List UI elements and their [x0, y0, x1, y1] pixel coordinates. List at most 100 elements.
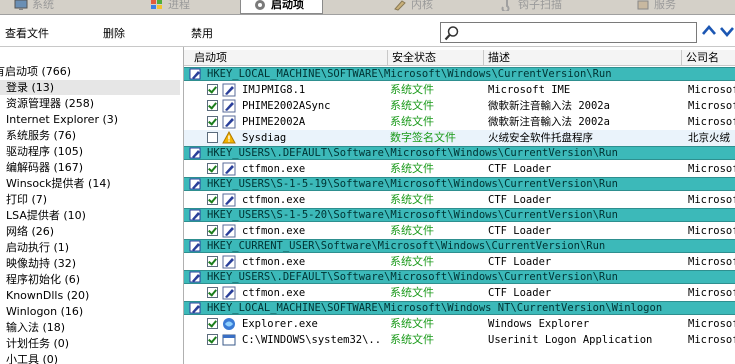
warning-icon: [222, 131, 236, 144]
enable-checkbox[interactable]: [207, 256, 218, 267]
ime-icon: [222, 286, 236, 300]
tab-process[interactable]: 进程: [150, 0, 190, 13]
registry-key-group[interactable]: HKEY_USERS\S-1-5-20\Software\Microsoft\W…: [184, 208, 735, 222]
category-image-hijack[interactable]: 映像劫持 (32): [0, 256, 76, 271]
entry-description: 微軟新注音輸入法 2002a: [488, 100, 610, 112]
registry-key-group[interactable]: HKEY_USERS\S-1-5-19\Software\Microsoft\W…: [184, 177, 735, 191]
col-header-security[interactable]: 安全状态: [388, 50, 484, 65]
search-input[interactable]: [440, 22, 697, 43]
entry-company: Microsof: [688, 225, 735, 237]
enable-checkbox[interactable]: [207, 194, 218, 205]
enable-checkbox[interactable]: [207, 132, 218, 143]
category-scheduled-tasks[interactable]: 计划任务 (0): [0, 336, 69, 351]
startup-row[interactable]: ctfmon.exe 系统文件 CTF Loader Microsof: [184, 161, 735, 177]
startup-row[interactable]: ctfmon.exe 系统文件 CTF Loader Microsof: [184, 285, 735, 301]
entry-name: PHIME2002A: [242, 116, 306, 128]
startup-row[interactable]: C:\WINDOWS\system32\... 系统文件 Userinit Logo…: [184, 332, 735, 348]
hook-icon: [501, 0, 510, 11]
category-boot-execute[interactable]: 启动执行 (1): [0, 240, 69, 255]
startup-row[interactable]: Sysdiag 数字签名文件 火绒安全软件托盘程序 北京火绒: [184, 130, 735, 146]
startup-row[interactable]: PHIME2002A 系统文件 微軟新注音輸入法 2002a Microsof: [184, 114, 735, 130]
security-status: 系统文件: [390, 333, 434, 346]
view-file-button[interactable]: 查看文件: [5, 25, 49, 41]
enable-checkbox[interactable]: [207, 318, 218, 329]
entry-name: ctfmon.exe: [242, 225, 306, 237]
entry-description: Userinit Logon Application: [488, 334, 653, 346]
registry-key-group[interactable]: HKEY_LOCAL_MACHINE\SOFTWARE\Microsoft\Wi…: [184, 67, 735, 81]
category-lsa[interactable]: LSA提供者 (10): [0, 208, 86, 223]
startup-row[interactable]: Explorer.exe 系统文件 Windows Explorer Microsof: [184, 316, 735, 332]
entry-name: ctfmon.exe: [242, 256, 306, 268]
category-internet-explorer[interactable]: Internet Explorer (3): [0, 112, 118, 127]
startup-row[interactable]: ctfmon.exe 系统文件 CTF Loader Microsof: [184, 192, 735, 208]
ime-icon: [222, 255, 236, 269]
enable-checkbox[interactable]: [207, 225, 218, 236]
category-all[interactable]: 有启动项 (766): [0, 64, 71, 79]
startup-row[interactable]: IMJPMIG8.1 系统文件 Microsoft IME Microsof: [184, 82, 735, 98]
enable-checkbox[interactable]: [207, 84, 218, 95]
registry-key-path: HKEY_USERS\S-1-5-19\Software\Microsoft\W…: [207, 178, 618, 190]
startup-grid[interactable]: 启动项 安全状态 描述 公司名 HKEY_LOCAL_MACHINE\SOFTW…: [184, 47, 735, 364]
startup-row[interactable]: PHIME2002ASync 系统文件 微軟新注音輸入法 2002a Microsof: [184, 98, 735, 114]
registry-icon: [189, 271, 201, 283]
startup-row[interactable]: ctfmon.exe 系统文件 CTF Loader Microsof: [184, 223, 735, 239]
disable-button[interactable]: 禁用: [191, 25, 213, 41]
category-system-services[interactable]: 系统服务 (76): [0, 128, 76, 143]
entry-company: Microsof: [688, 100, 735, 112]
col-header-desc[interactable]: 描述: [484, 50, 682, 65]
category-list[interactable]: 有启动项 (766) 登录 (13) 资源管理器 (258) Internet …: [0, 47, 184, 364]
enable-checkbox[interactable]: [207, 163, 218, 174]
tab-kernel[interactable]: 内核: [393, 0, 433, 13]
category-logon[interactable]: 登录 (13): [0, 80, 180, 95]
entry-description: Windows Explorer: [488, 318, 590, 330]
enable-checkbox[interactable]: [207, 116, 218, 127]
search-down-icon[interactable]: [719, 23, 735, 39]
registry-key-group[interactable]: HKEY_LOCAL_MACHINE\SOFTWARE\Microsoft\Wi…: [184, 301, 735, 315]
entry-name: IMJPMIG8.1: [242, 84, 306, 96]
category-drivers[interactable]: 驱动程序 (105): [0, 144, 83, 159]
tab-hook-scan[interactable]: 钩子扫描: [500, 0, 562, 13]
startup-row[interactable]: ctfmon.exe 系统文件 CTF Loader Microsof: [184, 254, 735, 270]
category-print[interactable]: 打印 (7): [0, 192, 47, 207]
category-codecs[interactable]: 编解码器 (167): [0, 160, 83, 175]
gear-icon: [255, 0, 265, 10]
delete-button[interactable]: 删除: [103, 25, 125, 41]
entry-description: CTF Loader: [488, 225, 552, 237]
entry-description: CTF Loader: [488, 194, 552, 206]
tab-label: 服务: [654, 0, 676, 11]
registry-key-path: HKEY_USERS\S-1-5-20\Software\Microsoft\W…: [207, 209, 618, 221]
tab-startup[interactable]: 启动项: [240, 0, 323, 14]
tab-system[interactable]: 系统: [14, 0, 54, 13]
security-status: 系统文件: [390, 99, 434, 112]
tab-services[interactable]: 服务: [636, 0, 676, 13]
col-header-company[interactable]: 公司名: [682, 50, 735, 65]
explorer-icon: [223, 318, 235, 330]
category-knowndlls[interactable]: KnownDlls (20): [0, 288, 89, 303]
category-gadgets[interactable]: 小工具 (0): [0, 352, 58, 364]
category-ime[interactable]: 输入法 (18): [0, 320, 65, 335]
category-network[interactable]: 网络 (26): [0, 224, 54, 239]
enable-checkbox[interactable]: [207, 334, 218, 345]
registry-key-group[interactable]: HKEY_CURRENT_USER\Software\Microsoft\Win…: [184, 239, 735, 253]
registry-key-group[interactable]: HKEY_USERS\.DEFAULT\Software\Microsoft\W…: [184, 146, 735, 160]
security-status: 系统文件: [390, 224, 434, 237]
category-explorer[interactable]: 资源管理器 (258): [0, 96, 94, 111]
entry-company: Microsof: [688, 84, 735, 96]
enable-checkbox[interactable]: [207, 287, 218, 298]
search-up-icon[interactable]: [701, 23, 717, 39]
col-header-name[interactable]: 启动项: [190, 50, 388, 65]
pencil-icon: [394, 0, 406, 11]
entry-name: ctfmon.exe: [242, 194, 306, 206]
window-icon: [222, 334, 236, 346]
category-winlogon[interactable]: Winlogon (16): [0, 304, 83, 319]
security-status: 系统文件: [390, 193, 434, 206]
service-icon: [637, 0, 649, 10]
entry-company: Microsof: [688, 163, 735, 175]
category-appinit[interactable]: 程序初始化 (6): [0, 272, 80, 287]
registry-key-group[interactable]: HKEY_USERS\.DEFAULT\Software\Microsoft\W…: [184, 270, 735, 284]
ime-icon: [222, 162, 236, 176]
registry-key-path: HKEY_USERS\.DEFAULT\Software\Microsoft\W…: [207, 147, 618, 159]
entry-name: Sysdiag: [242, 132, 287, 144]
enable-checkbox[interactable]: [207, 100, 218, 111]
category-winsock[interactable]: Winsock提供者 (14): [0, 176, 111, 191]
